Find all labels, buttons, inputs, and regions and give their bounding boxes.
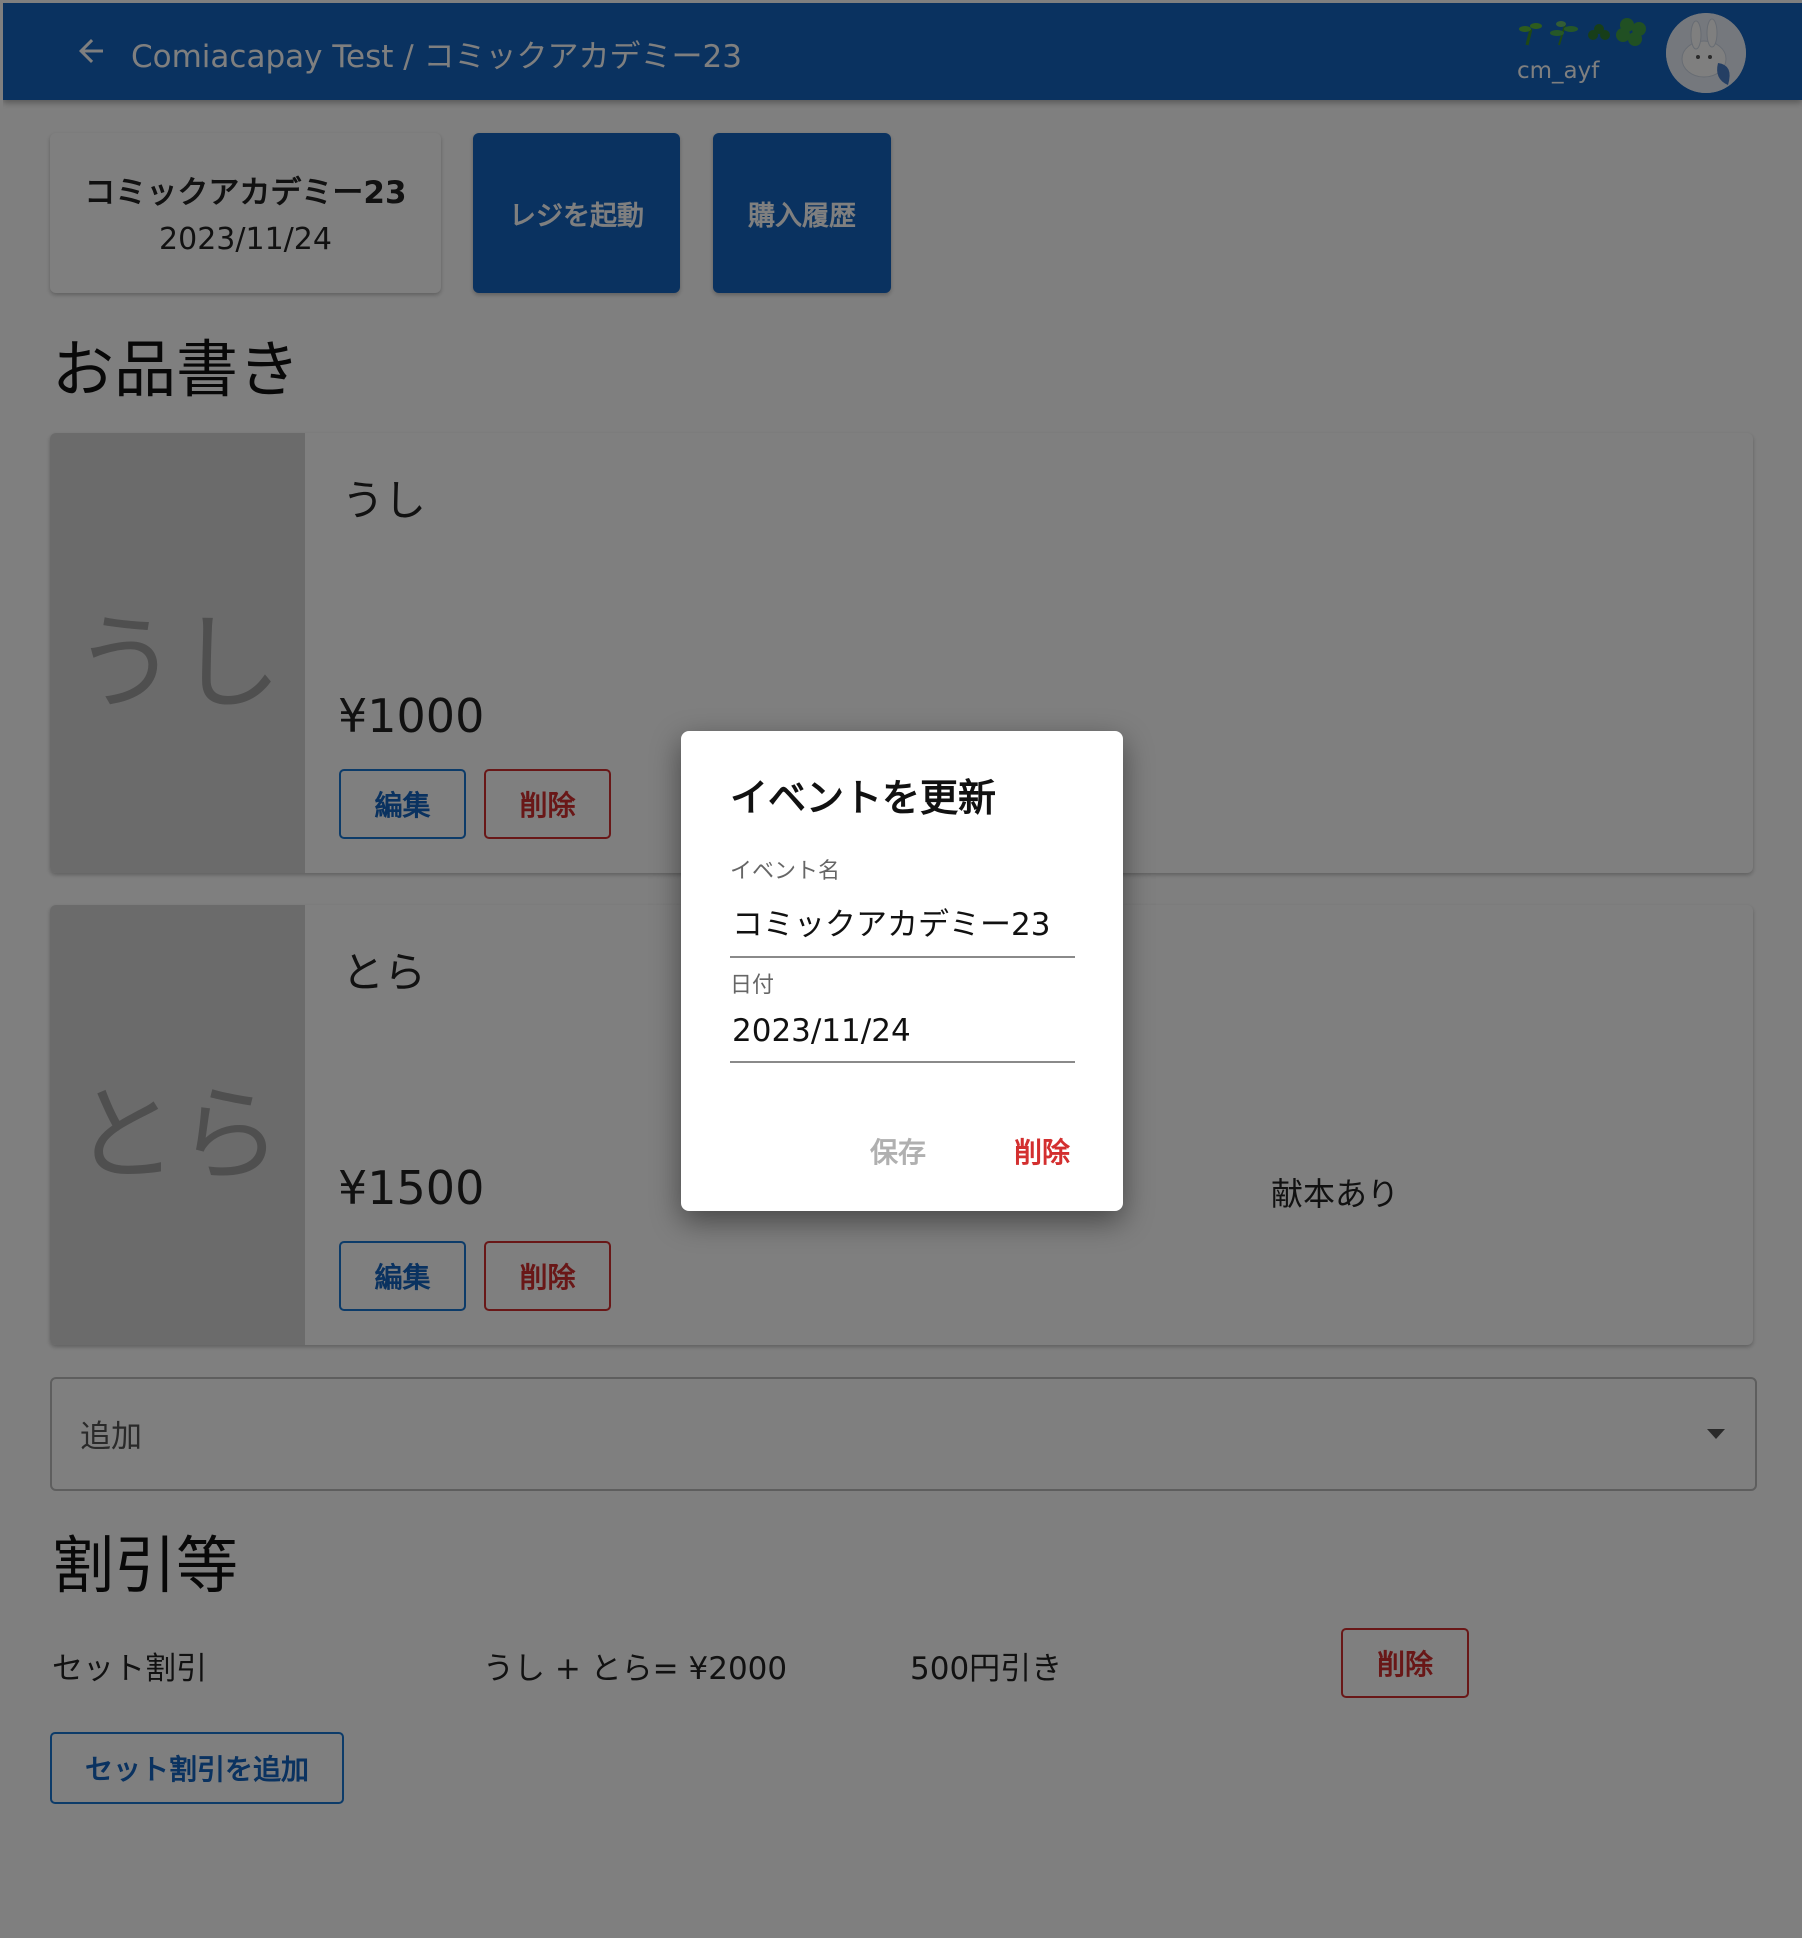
event-name-field[interactable]: イベント名 コミックアカデミー23 [730,853,1075,958]
save-button[interactable]: 保存 [870,1131,926,1171]
dialog-delete-button[interactable]: 削除 [1014,1131,1070,1171]
event-name-input[interactable]: コミックアカデミー23 [730,899,1075,956]
event-name-label: イベント名 [730,859,841,884]
date-input[interactable]: 2023/11/24 [730,1013,1075,1061]
date-field[interactable]: 日付 2023/11/24 [730,967,1075,1063]
date-label: 日付 [730,973,775,998]
update-event-dialog: イベントを更新 イベント名 コミックアカデミー23 日付 2023/11/24 … [681,731,1123,1211]
dialog-title: イベントを更新 [730,776,997,820]
